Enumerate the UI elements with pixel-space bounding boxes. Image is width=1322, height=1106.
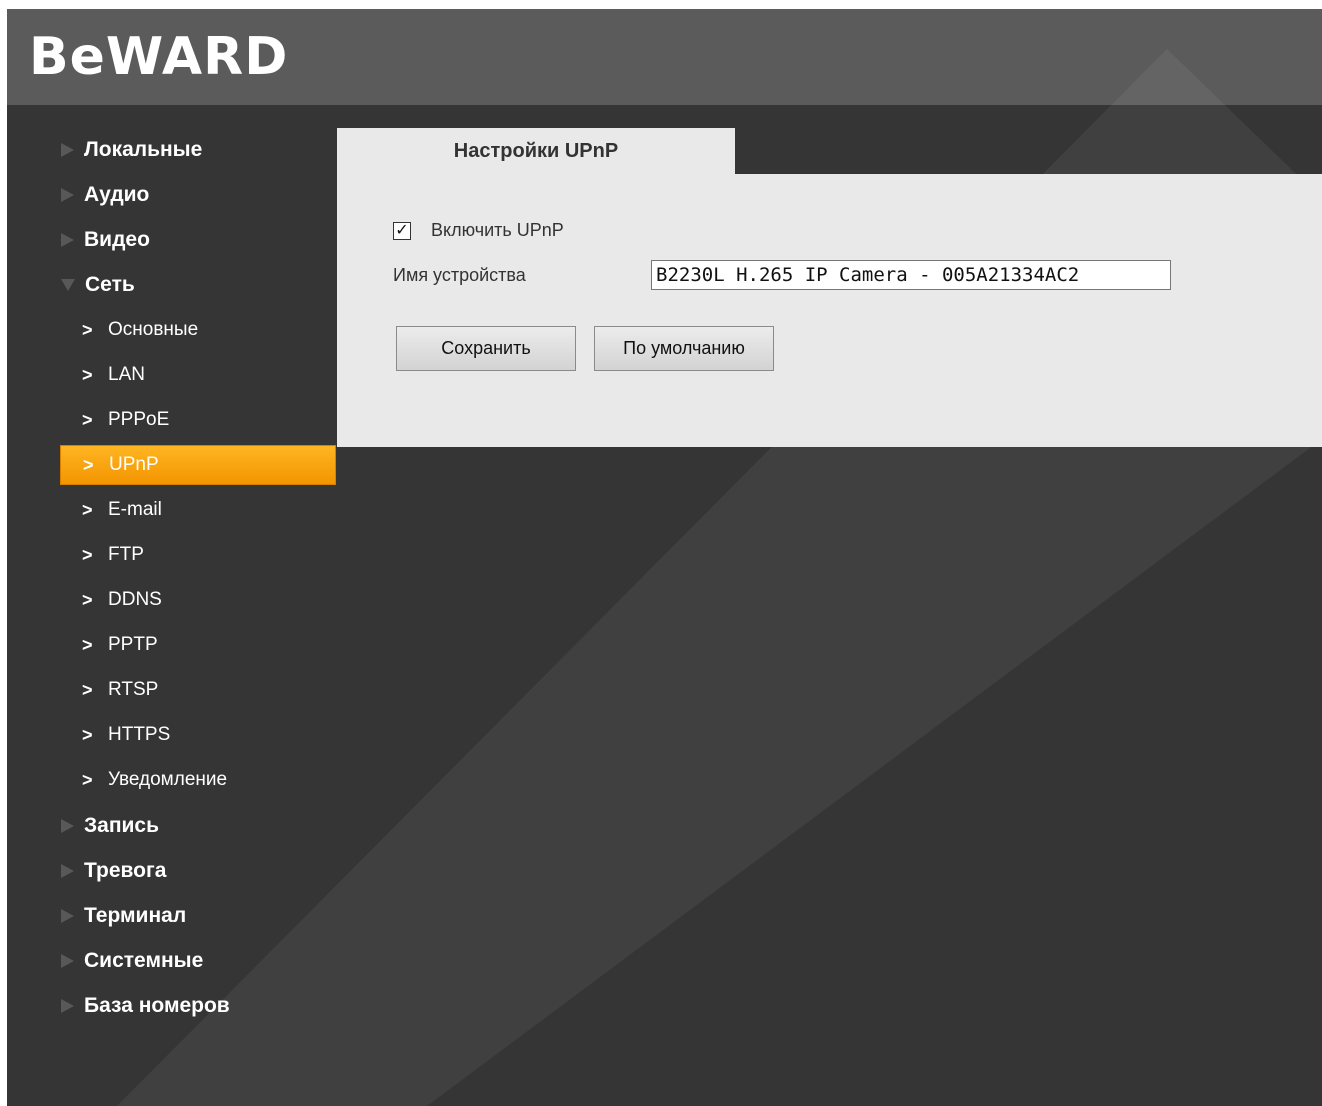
sidebar-subitem-pptp[interactable]: > PPTP xyxy=(60,625,336,665)
sidebar-subitem-pppoe[interactable]: > PPPoE xyxy=(60,400,336,440)
sidebar-subitem-label: LAN xyxy=(108,364,145,385)
sidebar-subitem-label: Уведомление xyxy=(108,769,228,790)
sidebar-subitem-label: FTP xyxy=(108,544,144,565)
upnp-settings-panel: ✓ Включить UPnP Имя устройства Сохранить… xyxy=(337,174,1322,447)
expand-arrow-icon xyxy=(61,233,74,247)
sidebar-subitem-label: PPTP xyxy=(108,634,158,655)
enable-upnp-row: ✓ Включить UPnP xyxy=(393,220,564,241)
chevron-right-icon: > xyxy=(82,589,93,610)
enable-upnp-label: Включить UPnP xyxy=(431,220,564,240)
collapse-arrow-icon xyxy=(61,279,75,291)
sidebar-subitem-notification[interactable]: > Уведомление xyxy=(60,760,336,800)
sidebar-item-label: Запись xyxy=(84,814,160,837)
sidebar-item-label: Тревога xyxy=(84,859,167,882)
expand-arrow-icon xyxy=(61,954,74,968)
sidebar-item-alarm[interactable]: Тревога xyxy=(61,853,337,889)
expand-arrow-icon xyxy=(61,909,74,923)
sidebar-item-terminal[interactable]: Терминал xyxy=(61,898,337,934)
sidebar-item-number-db[interactable]: База номеров xyxy=(61,988,337,1024)
app-window: BeWARD Локальные Аудио Видео Сеть > Осно… xyxy=(7,9,1322,1106)
enable-upnp-checkbox[interactable]: ✓ xyxy=(393,221,411,240)
expand-arrow-icon xyxy=(61,188,74,202)
sidebar-item-label: Терминал xyxy=(84,904,187,927)
save-button[interactable]: Сохранить xyxy=(396,326,576,371)
sidebar-subitem-basic[interactable]: > Основные xyxy=(60,310,336,350)
tab-upnp-settings[interactable]: Настройки UPnP xyxy=(337,128,735,175)
device-name-row: Имя устройства xyxy=(393,260,526,290)
sidebar-subitem-label: PPPoE xyxy=(108,409,170,430)
checkmark-icon: ✓ xyxy=(395,221,409,239)
sidebar-item-label: Аудио xyxy=(84,183,150,206)
device-name-label: Имя устройства xyxy=(393,264,526,285)
chevron-right-icon: > xyxy=(82,319,93,340)
sidebar-subitem-email[interactable]: > E-mail xyxy=(60,490,336,530)
sidebar-item-label: База номеров xyxy=(84,994,230,1017)
header-bar: BeWARD xyxy=(7,9,1322,105)
sidebar-subitem-ftp[interactable]: > FTP xyxy=(60,535,336,575)
sidebar-subitem-lan[interactable]: > LAN xyxy=(60,355,336,395)
sidebar-subitem-https[interactable]: > HTTPS xyxy=(60,715,336,755)
chevron-right-icon: > xyxy=(82,679,93,700)
expand-arrow-icon xyxy=(61,819,74,833)
expand-arrow-icon xyxy=(61,864,74,878)
sidebar-item-video[interactable]: Видео xyxy=(61,222,337,258)
chevron-right-icon: > xyxy=(82,499,93,520)
sidebar-subitem-rtsp[interactable]: > RTSP xyxy=(60,670,336,710)
sidebar-subitem-upnp[interactable]: > UPnP xyxy=(60,445,336,485)
expand-arrow-icon xyxy=(61,999,74,1013)
chevron-right-icon: > xyxy=(82,544,93,565)
expand-arrow-icon xyxy=(61,143,74,157)
sidebar-item-label: Системные xyxy=(84,949,204,972)
beward-logo: BeWARD xyxy=(29,27,289,87)
sidebar-item-network[interactable]: Сеть xyxy=(61,267,337,303)
chevron-right-icon: > xyxy=(82,769,93,790)
chevron-right-icon: > xyxy=(83,454,94,475)
sidebar-item-system[interactable]: Системные xyxy=(61,943,337,979)
sidebar-item-label: Локальные xyxy=(84,138,203,161)
sidebar-item-record[interactable]: Запись xyxy=(61,808,337,844)
sidebar-item-label: Сеть xyxy=(85,273,135,296)
chevron-right-icon: > xyxy=(82,724,93,745)
chevron-right-icon: > xyxy=(82,364,93,385)
sidebar-item-audio[interactable]: Аудио xyxy=(61,177,337,213)
chevron-right-icon: > xyxy=(82,634,93,655)
sidebar-subitem-ddns[interactable]: > DDNS xyxy=(60,580,336,620)
sidebar-item-label: Видео xyxy=(84,228,150,251)
sidebar-subitem-label: RTSP xyxy=(108,679,159,700)
default-button[interactable]: По умолчанию xyxy=(594,326,774,371)
chevron-right-icon: > xyxy=(82,409,93,430)
device-name-input[interactable] xyxy=(651,260,1171,290)
sidebar-subitem-label: UPnP xyxy=(109,454,159,475)
sidebar-subitem-label: E-mail xyxy=(108,499,162,520)
sidebar-subitem-label: DDNS xyxy=(108,589,162,610)
sidebar-subitem-label: HTTPS xyxy=(108,724,171,745)
sidebar-item-local[interactable]: Локальные xyxy=(61,132,337,168)
sidebar-subitem-label: Основные xyxy=(108,319,199,340)
